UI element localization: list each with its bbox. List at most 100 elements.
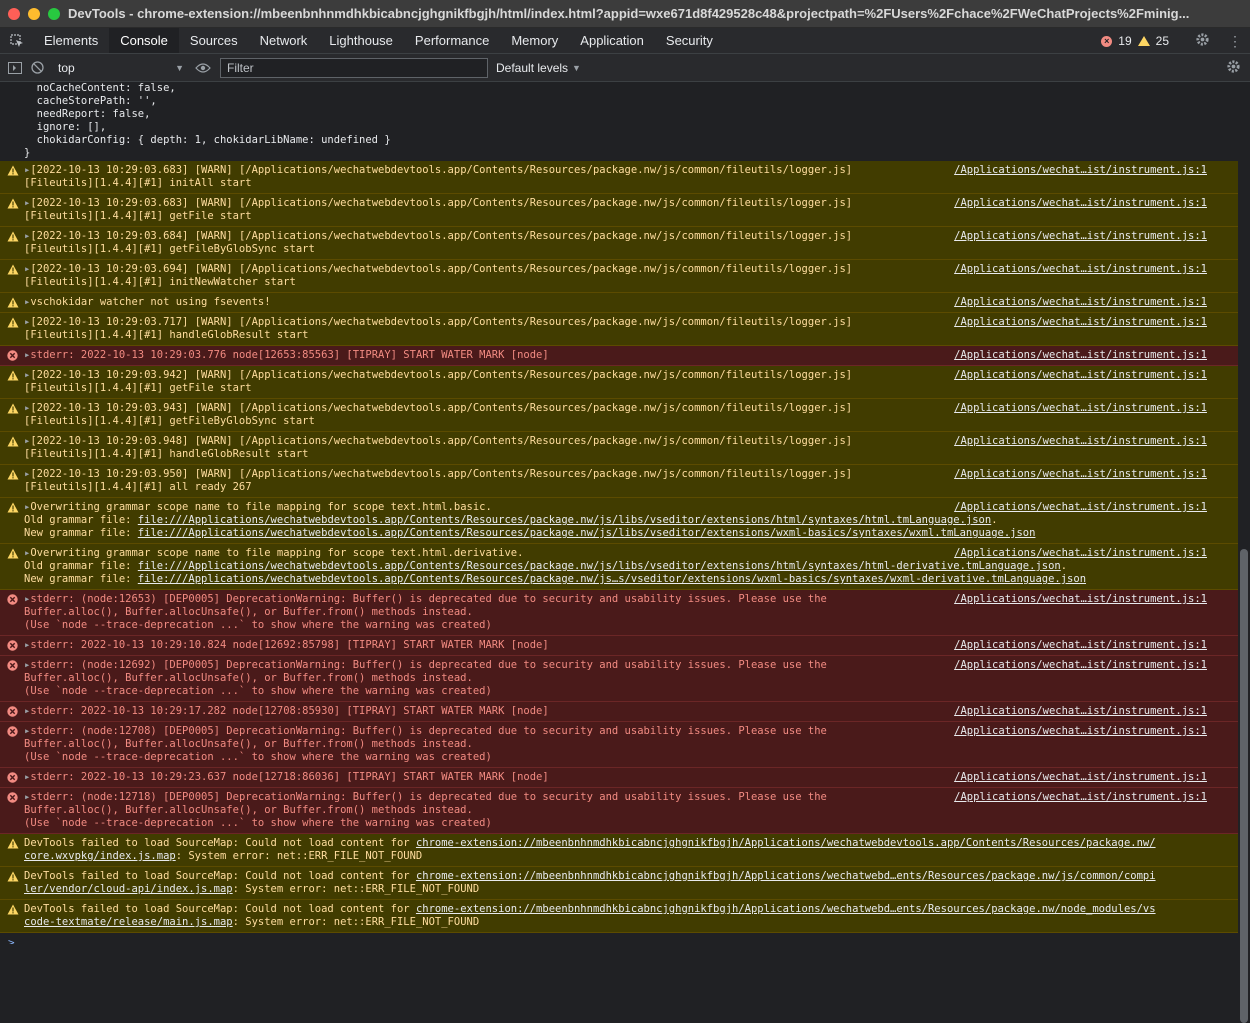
source-location-link[interactable]: /Applications/wechat…ist/instrument.js:1 bbox=[954, 349, 1207, 361]
tab-performance[interactable]: Performance bbox=[404, 28, 500, 53]
console-message[interactable]: DevTools failed to load SourceMap: Could… bbox=[0, 867, 1250, 900]
tab-console[interactable]: Console bbox=[109, 28, 179, 53]
source-url-link[interactable]: code-textmate/release/main.js.map bbox=[24, 916, 233, 928]
source-location-link[interactable]: /Applications/wechat…ist/instrument.js:1 bbox=[954, 659, 1207, 671]
console-message[interactable]: ▸stderr: (node:12718) [DEP0005] Deprecat… bbox=[0, 788, 1250, 834]
source-location-link[interactable]: /Applications/wechat…ist/instrument.js:1 bbox=[954, 593, 1207, 605]
source-location-link[interactable]: /Applications/wechat…ist/instrument.js:1 bbox=[954, 316, 1207, 328]
close-window-button[interactable] bbox=[8, 7, 20, 20]
console-message[interactable]: ▸Overwriting grammar scope name to file … bbox=[0, 544, 1250, 590]
tab-security[interactable]: Security bbox=[655, 28, 724, 53]
console-message[interactable]: ▸[2022-10-13 10:29:03.694] [WARN] [/Appl… bbox=[0, 260, 1250, 293]
issue-counters[interactable]: × 19 25 ⋮ bbox=[1101, 28, 1242, 54]
console-message[interactable]: ▸[2022-10-13 10:29:03.943] [WARN] [/Appl… bbox=[0, 399, 1250, 432]
tab-memory[interactable]: Memory bbox=[500, 28, 569, 53]
source-location-link[interactable]: /Applications/wechat…ist/instrument.js:1 bbox=[954, 705, 1207, 717]
console-message[interactable]: ▸stderr: (node:12692) [DEP0005] Deprecat… bbox=[0, 656, 1250, 702]
show-sidebar-icon[interactable] bbox=[4, 57, 26, 79]
expand-triangle-icon[interactable]: ▸ bbox=[24, 435, 30, 447]
more-options-icon[interactable]: ⋮ bbox=[1228, 34, 1242, 48]
source-url-link[interactable]: chrome-extension://mbeenbnhnmdhkbicabncj… bbox=[416, 837, 1156, 849]
console-message[interactable]: ▸[2022-10-13 10:29:03.717] [WARN] [/Appl… bbox=[0, 313, 1250, 346]
zoom-window-button[interactable] bbox=[48, 7, 60, 20]
source-location-link[interactable]: /Applications/wechat…ist/instrument.js:1 bbox=[954, 435, 1207, 447]
expand-triangle-icon[interactable]: ▸ bbox=[24, 468, 30, 480]
clear-console-icon[interactable] bbox=[26, 57, 48, 79]
expand-triangle-icon[interactable]: ▸ bbox=[24, 230, 30, 242]
source-location-link[interactable]: /Applications/wechat…ist/instrument.js:1 bbox=[954, 639, 1207, 651]
source-url-link[interactable]: core.wxvpkg/index.js.map bbox=[24, 850, 176, 862]
expand-triangle-icon[interactable]: ▸ bbox=[24, 296, 30, 308]
console-settings-gear-icon[interactable] bbox=[1226, 59, 1241, 79]
expand-triangle-icon[interactable]: ▸ bbox=[24, 349, 30, 361]
expand-triangle-icon[interactable]: ▸ bbox=[24, 369, 30, 381]
console-message[interactable]: ▸stderr: (node:12653) [DEP0005] Deprecat… bbox=[0, 590, 1250, 636]
expand-triangle-icon[interactable]: ▸ bbox=[24, 771, 30, 783]
console-scrollbar[interactable] bbox=[1238, 82, 1250, 1023]
expand-triangle-icon[interactable]: ▸ bbox=[24, 705, 30, 717]
settings-gear-icon[interactable] bbox=[1195, 32, 1210, 50]
source-location-link[interactable]: /Applications/wechat…ist/instrument.js:1 bbox=[954, 296, 1207, 308]
source-location-link[interactable]: /Applications/wechat…ist/instrument.js:1 bbox=[954, 771, 1207, 783]
tab-sources[interactable]: Sources bbox=[179, 28, 249, 53]
expand-triangle-icon[interactable]: ▸ bbox=[24, 639, 30, 651]
source-location-link[interactable]: /Applications/wechat…ist/instrument.js:1 bbox=[954, 263, 1207, 275]
console-message[interactable]: ▸[2022-10-13 10:29:03.684] [WARN] [/Appl… bbox=[0, 227, 1250, 260]
console-message[interactable]: ▸stderr: 2022-10-13 10:29:17.282 node[12… bbox=[0, 702, 1250, 722]
console-message[interactable]: ▸stderr: (node:12708) [DEP0005] Deprecat… bbox=[0, 722, 1250, 768]
source-location-link[interactable]: /Applications/wechat…ist/instrument.js:1 bbox=[954, 369, 1207, 381]
source-url-link[interactable]: chrome-extension://mbeenbnhnmdhkbicabncj… bbox=[416, 903, 1156, 915]
source-url-link[interactable]: ler/vendor/cloud-api/index.js.map bbox=[24, 883, 233, 895]
console-message[interactable]: DevTools failed to load SourceMap: Could… bbox=[0, 834, 1250, 867]
tab-lighthouse[interactable]: Lighthouse bbox=[318, 28, 404, 53]
console-message[interactable]: ▸[2022-10-13 10:29:03.942] [WARN] [/Appl… bbox=[0, 366, 1250, 399]
source-url-link[interactable]: file:///Applications/wechatwebdevtools.a… bbox=[138, 560, 1061, 572]
tab-network[interactable]: Network bbox=[249, 28, 319, 53]
console-message[interactable]: ▸[2022-10-13 10:29:03.950] [WARN] [/Appl… bbox=[0, 465, 1250, 498]
minimize-window-button[interactable] bbox=[28, 7, 40, 20]
source-location-link[interactable]: /Applications/wechat…ist/instrument.js:1 bbox=[954, 791, 1207, 803]
source-location-link[interactable]: /Applications/wechat…ist/instrument.js:1 bbox=[954, 501, 1207, 513]
expand-triangle-icon[interactable]: ▸ bbox=[24, 791, 30, 803]
source-location-link[interactable]: /Applications/wechat…ist/instrument.js:1 bbox=[954, 402, 1207, 414]
source-location-link[interactable]: /Applications/wechat…ist/instrument.js:1 bbox=[954, 468, 1207, 480]
scrollbar-thumb[interactable] bbox=[1240, 549, 1248, 1023]
log-levels-dropdown[interactable]: Default levels ▼ bbox=[496, 61, 581, 75]
source-url-link[interactable]: file:///Applications/wechatwebdevtools.a… bbox=[138, 514, 991, 526]
console-prompt[interactable]: > bbox=[8, 933, 1250, 944]
console-message[interactable]: ▸Overwriting grammar scope name to file … bbox=[0, 498, 1250, 544]
source-url-link[interactable]: chrome-extension://mbeenbnhnmdhkbicabncj… bbox=[416, 870, 1156, 882]
expand-triangle-icon[interactable]: ▸ bbox=[24, 593, 30, 605]
source-location-link[interactable]: /Applications/wechat…ist/instrument.js:1 bbox=[954, 725, 1207, 737]
expand-triangle-icon[interactable]: ▸ bbox=[24, 402, 30, 414]
source-location-link[interactable]: /Applications/wechat…ist/instrument.js:1 bbox=[954, 164, 1207, 176]
expand-triangle-icon[interactable]: ▸ bbox=[24, 197, 30, 209]
console-messages[interactable]: noCacheContent: false, cacheStorePath: '… bbox=[0, 82, 1250, 944]
source-location-link[interactable]: /Applications/wechat…ist/instrument.js:1 bbox=[954, 197, 1207, 209]
console-message[interactable]: ▸stderr: 2022-10-13 10:29:03.776 node[12… bbox=[0, 346, 1250, 366]
source-location-link[interactable]: /Applications/wechat…ist/instrument.js:1 bbox=[954, 230, 1207, 242]
context-selector[interactable]: top ▼ bbox=[52, 58, 190, 78]
console-message[interactable]: ▸[2022-10-13 10:29:03.948] [WARN] [/Appl… bbox=[0, 432, 1250, 465]
source-location-link[interactable]: /Applications/wechat…ist/instrument.js:1 bbox=[954, 547, 1207, 559]
console-message[interactable]: DevTools failed to load SourceMap: Could… bbox=[0, 900, 1250, 933]
expand-triangle-icon[interactable]: ▸ bbox=[24, 501, 30, 513]
tab-application[interactable]: Application bbox=[569, 28, 655, 53]
source-url-link[interactable]: file:///Applications/wechatwebdevtools.a… bbox=[138, 573, 1086, 585]
expand-triangle-icon[interactable]: ▸ bbox=[24, 263, 30, 275]
expand-triangle-icon[interactable]: ▸ bbox=[24, 659, 30, 671]
expand-triangle-icon[interactable]: ▸ bbox=[24, 725, 30, 737]
expand-triangle-icon[interactable]: ▸ bbox=[24, 316, 30, 328]
live-expression-eye-icon[interactable] bbox=[192, 57, 214, 79]
expand-triangle-icon[interactable]: ▸ bbox=[24, 547, 30, 559]
console-message[interactable]: ▸[2022-10-13 10:29:03.683] [WARN] [/Appl… bbox=[0, 194, 1250, 227]
console-message[interactable]: ▸stderr: 2022-10-13 10:29:23.637 node[12… bbox=[0, 768, 1250, 788]
source-url-link[interactable]: file:///Applications/wechatwebdevtools.a… bbox=[138, 527, 1036, 539]
console-message[interactable]: ▸[2022-10-13 10:29:03.683] [WARN] [/Appl… bbox=[0, 161, 1250, 194]
filter-input[interactable] bbox=[220, 57, 488, 78]
tab-elements[interactable]: Elements bbox=[33, 28, 109, 53]
console-message[interactable]: ▸vschokidar watcher not using fsevents! /… bbox=[0, 293, 1250, 313]
expand-triangle-icon[interactable]: ▸ bbox=[24, 164, 30, 176]
console-message[interactable]: noCacheContent: false, cacheStorePath: '… bbox=[0, 82, 1250, 161]
inspect-element-icon[interactable] bbox=[0, 28, 33, 53]
